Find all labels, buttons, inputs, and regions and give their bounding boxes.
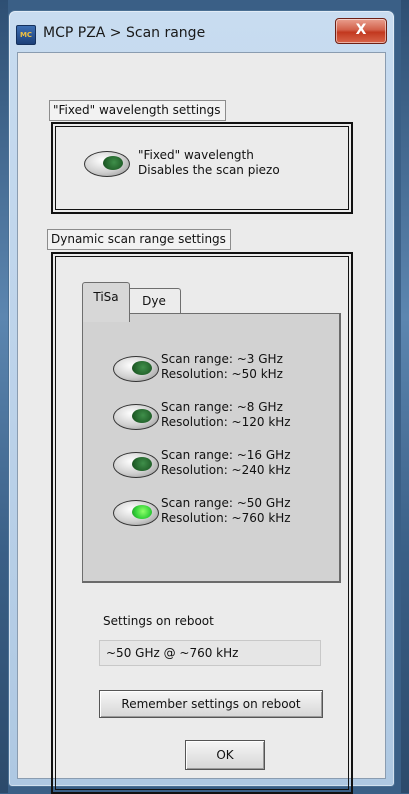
dialog-window: MC MCP PZA > Scan range X "Fixed" wavele… — [8, 10, 395, 794]
scan-option-3-label: Scan range: ~16 GHz Resolution: ~240 kHz — [161, 448, 291, 477]
scan-option-2-toggle[interactable] — [113, 404, 159, 430]
desktop-background-left — [0, 0, 8, 793]
scan-option-3-toggle[interactable] — [113, 452, 159, 478]
scan-option-2-label: Scan range: ~8 GHz Resolution: ~120 kHz — [161, 400, 291, 429]
scan-option-4-label: Scan range: ~50 GHz Resolution: ~760 kHz — [161, 496, 291, 525]
window-title: MCP PZA > Scan range — [43, 25, 206, 41]
title-bar[interactable]: MC MCP PZA > Scan range X — [9, 11, 394, 53]
ok-button[interactable]: OK — [185, 740, 265, 770]
scan-option-1-label: Scan range: ~3 GHz Resolution: ~50 kHz — [161, 352, 283, 381]
fixed-group-frame: "Fixed" wavelength Disables the scan pie… — [51, 122, 353, 214]
fixed-wavelength-toggle[interactable] — [84, 151, 130, 177]
desktop-background-right — [401, 0, 409, 793]
fixed-wavelength-label: "Fixed" wavelength Disables the scan pie… — [138, 148, 280, 177]
tab-dye[interactable]: Dye — [127, 288, 181, 315]
close-icon: X — [355, 22, 367, 38]
dynamic-group-label: Dynamic scan range settings — [47, 229, 231, 250]
app-icon: MC — [16, 25, 36, 45]
remember-settings-button[interactable]: Remember settings on reboot — [99, 690, 323, 718]
settings-on-reboot-label: Settings on reboot — [103, 614, 214, 628]
dialog-client-area: "Fixed" wavelength settings "Fixed" wave… — [17, 52, 386, 794]
scan-option-1-toggle[interactable] — [113, 356, 159, 382]
close-button[interactable]: X — [335, 18, 387, 44]
settings-on-reboot-value: ~50 GHz @ ~760 kHz — [99, 640, 321, 666]
dynamic-group-frame: TiSa Dye Scan range: ~3 GHz Resolution: … — [51, 252, 353, 794]
fixed-group-label: "Fixed" wavelength settings — [49, 100, 226, 121]
tab-tisa[interactable]: TiSa — [82, 282, 130, 322]
tisa-tab-panel: Scan range: ~3 GHz Resolution: ~50 kHz S… — [82, 313, 341, 583]
scan-option-4-toggle[interactable] — [113, 500, 159, 526]
